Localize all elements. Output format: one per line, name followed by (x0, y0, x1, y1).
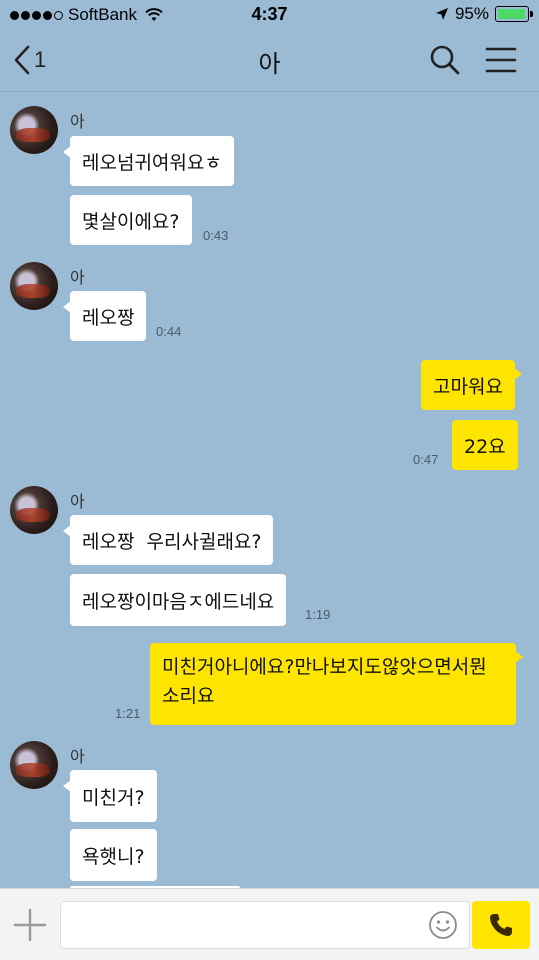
sender-name: 아 (70, 112, 85, 131)
search-button[interactable] (429, 44, 461, 76)
message-text: 미친거? (82, 786, 145, 809)
message-time: 0:43 (203, 228, 229, 243)
sender-name: 아 (70, 268, 85, 287)
message-time: 0:47 (413, 452, 439, 467)
message-text: 레오넘귀여워요ㅎ (82, 151, 222, 174)
message-time: 1:19 (305, 607, 331, 622)
message-bubble[interactable]: 레오짱 (62, 291, 147, 341)
chat-header: 1 아 (0, 30, 539, 92)
battery-icon (495, 6, 533, 22)
message-text: 22요 (464, 435, 506, 458)
avatar[interactable] (10, 262, 58, 310)
message-text: 욕햇니? (82, 845, 145, 868)
status-bar: SoftBank 4:37 95% (0, 0, 539, 30)
hamburger-menu-icon (485, 47, 517, 73)
message-bubble[interactable]: 미친거? (63, 770, 157, 822)
location-arrow-icon (435, 8, 448, 20)
my-message-bubble[interactable]: 미친거아니에요?만나보지도않앗으면서뭔소리요 (150, 643, 523, 725)
attach-button[interactable] (12, 907, 48, 943)
avatar[interactable] (10, 486, 58, 534)
message-bubble[interactable]: 레오짱 우리사귈래요? (62, 515, 274, 565)
battery-percent: 95% (454, 4, 489, 23)
message-input[interactable] (60, 901, 470, 949)
emoji-button[interactable] (428, 910, 458, 940)
input-bar (0, 888, 539, 960)
smiley-icon (429, 911, 457, 939)
my-message-bubble[interactable]: 22요 (452, 420, 518, 470)
call-button[interactable] (472, 901, 530, 949)
my-message-bubble[interactable]: 고마워요 (421, 360, 522, 410)
plus-icon (13, 908, 47, 942)
message-time: 1:21 (115, 706, 141, 721)
status-right: 95% (435, 4, 533, 24)
menu-button[interactable] (485, 45, 517, 75)
message-bubble[interactable]: 욕햇니? (70, 829, 157, 881)
message-bubble[interactable]: 몇살이에요? (70, 195, 192, 245)
search-icon (430, 45, 460, 75)
message-bubble[interactable]: 레오짱이마음ㅈ에드네요 (70, 574, 287, 626)
message-text: 레오짱 (82, 306, 135, 329)
message-bubble[interactable]: 레오넘귀여워요ㅎ (63, 136, 234, 186)
avatar[interactable] (10, 106, 58, 154)
message-text: 고마워요 (433, 375, 503, 398)
message-text: 미친거아니에요?만나보지도않앗으면서뭔소리요 (162, 656, 487, 708)
sender-name: 아 (70, 492, 85, 511)
message-text: 몇살이에요? (82, 210, 180, 233)
message-time: 0:44 (156, 324, 182, 339)
phone-icon (490, 914, 512, 936)
message-text: 레오짱이마음ㅈ에드네요 (82, 590, 275, 613)
avatar[interactable] (10, 741, 58, 789)
battery-level (498, 9, 525, 19)
sender-name: 아 (70, 747, 85, 766)
message-text: 레오짱 우리사귈래요? (82, 530, 262, 553)
